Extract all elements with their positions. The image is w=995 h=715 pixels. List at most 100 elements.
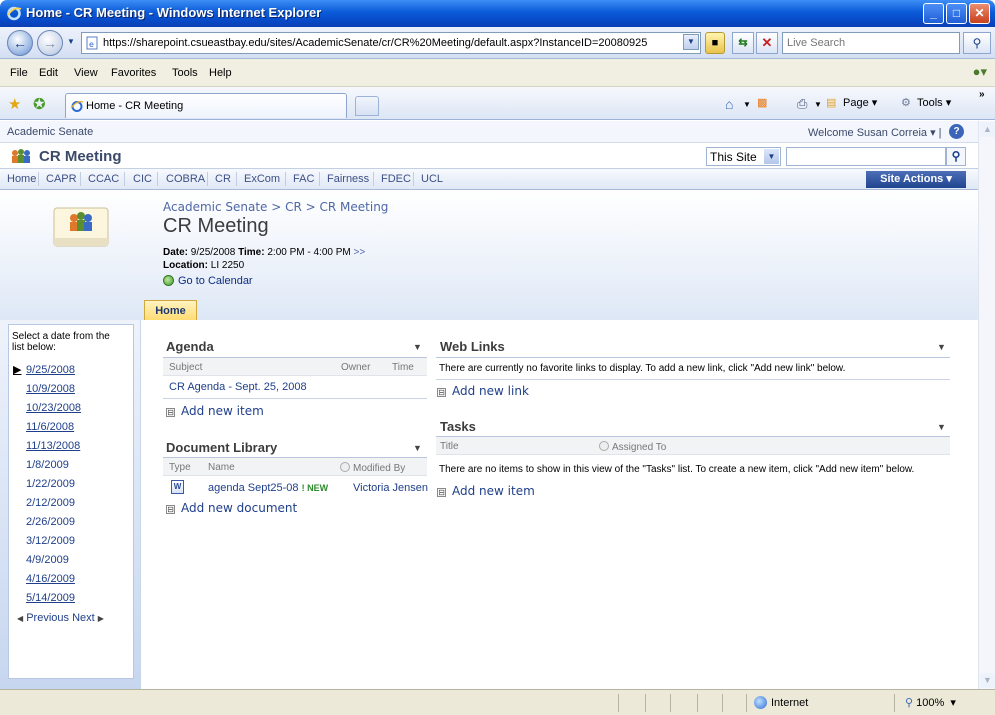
menu-tools[interactable]: Tools: [172, 67, 198, 79]
print-icon[interactable]: ⎙: [797, 96, 807, 112]
tools-menu-icon[interactable]: ⚙: [901, 96, 911, 109]
nav-item-excom[interactable]: ExCom: [244, 173, 280, 185]
address-url[interactable]: https://sharepoint.csueastbay.edu/sites/…: [103, 37, 647, 49]
go-to-calendar-link[interactable]: Go to Calendar: [163, 275, 253, 287]
nav-item-cr[interactable]: CR: [215, 173, 231, 185]
agenda-row-subject[interactable]: CR Agenda - Sept. 25, 2008: [169, 381, 307, 393]
menu-edit[interactable]: Edit: [39, 67, 58, 79]
add-favorite-icon[interactable]: ✪: [33, 95, 46, 113]
nav-item-fairness[interactable]: Fairness: [327, 173, 369, 185]
live-search-input[interactable]: [783, 33, 953, 53]
agenda-menu-icon[interactable]: ▼: [413, 342, 422, 352]
web-links-menu-icon[interactable]: ▼: [937, 342, 946, 352]
next-link[interactable]: Next: [72, 612, 95, 624]
site-actions-button[interactable]: Site Actions ▾: [866, 171, 966, 188]
agenda-title[interactable]: Agenda: [166, 339, 214, 354]
date-label[interactable]: 3/12/2009: [26, 535, 75, 547]
zoom-level[interactable]: ⚲ 100% ▾: [905, 696, 956, 709]
security-lock-icon[interactable]: ■: [705, 32, 725, 54]
tab-home-cr-meeting[interactable]: Home - CR Meeting: [65, 93, 347, 118]
date-item[interactable]: 10/9/2008: [9, 380, 133, 399]
menu-help[interactable]: Help: [209, 67, 232, 79]
back-button[interactable]: ←: [7, 30, 33, 56]
nav-item-fdec[interactable]: FDEC: [381, 173, 411, 185]
date-item[interactable]: 3/12/2009: [9, 532, 133, 551]
security-zone[interactable]: Internet: [754, 696, 808, 709]
feeds-icon[interactable]: ▩: [757, 96, 767, 109]
address-bar[interactable]: e https://sharepoint.csueastbay.edu/site…: [81, 32, 701, 54]
tasks-col-title[interactable]: Title: [440, 441, 459, 452]
minimize-button[interactable]: _: [923, 3, 944, 24]
favorites-center-icon[interactable]: ★: [8, 95, 21, 113]
date-item[interactable]: 2/12/2009: [9, 494, 133, 513]
previous-link[interactable]: Previous: [26, 612, 69, 624]
date-item[interactable]: 2/26/2009: [9, 513, 133, 532]
menu-view[interactable]: View: [74, 67, 98, 79]
date-label[interactable]: 11/13/2008: [26, 440, 80, 452]
tasks-add-item[interactable]: ⊟ Add new item: [437, 484, 535, 498]
tasks-col-assigned-to[interactable]: Assigned To: [599, 441, 666, 453]
web-links-title[interactable]: Web Links: [440, 339, 505, 354]
menu-favorites[interactable]: Favorites: [111, 67, 156, 79]
address-dropdown-icon[interactable]: ▼: [683, 34, 699, 50]
agenda-col-subject[interactable]: Subject: [169, 362, 202, 373]
date-label[interactable]: 2/12/2009: [26, 497, 75, 509]
next-arrow-icon[interactable]: ▶: [98, 614, 104, 623]
agenda-add-item[interactable]: ⊟ Add new item: [166, 404, 264, 418]
date-label[interactable]: 4/9/2009: [26, 554, 69, 566]
nav-item-ucl[interactable]: UCL: [421, 173, 443, 185]
refresh-icon[interactable]: ⇆: [732, 32, 754, 54]
doclib-col-modified-by[interactable]: Modified By: [340, 462, 405, 474]
close-button[interactable]: ✕: [969, 3, 990, 24]
doclib-col-name[interactable]: Name: [208, 462, 235, 473]
messenger-icon[interactable]: ●▾: [973, 64, 987, 80]
welcome-menu[interactable]: Welcome Susan Correia ▾ |: [808, 126, 942, 139]
page-menu[interactable]: Page ▾: [843, 96, 877, 109]
stop-icon[interactable]: ✕: [756, 32, 778, 54]
date-label[interactable]: 4/16/2009: [26, 573, 75, 585]
scroll-up-icon[interactable]: ▲: [980, 122, 995, 137]
print-dropdown-icon[interactable]: ▼: [814, 100, 822, 109]
nav-item-ccac[interactable]: CCAC: [88, 173, 119, 185]
home-icon[interactable]: ⌂: [725, 96, 733, 112]
vertical-scrollbar[interactable]: ▲ ▼: [978, 121, 995, 689]
date-label[interactable]: 5/14/2009: [26, 592, 75, 604]
recent-pages-dropdown-icon[interactable]: ▼: [67, 37, 75, 46]
new-tab-button[interactable]: [355, 96, 379, 116]
date-label[interactable]: 10/9/2008: [26, 383, 75, 395]
site-search-box[interactable]: [786, 147, 946, 166]
nav-item-capr[interactable]: CAPR: [46, 173, 77, 185]
nav-item-fac[interactable]: FAC: [293, 173, 314, 185]
document-library-menu-icon[interactable]: ▼: [413, 443, 422, 453]
date-item[interactable]: 1/22/2009: [9, 475, 133, 494]
agenda-col-time[interactable]: Time: [392, 362, 414, 373]
date-label[interactable]: 2/26/2009: [26, 516, 75, 528]
search-go-icon[interactable]: ⚲: [963, 32, 991, 54]
previous-arrow-icon[interactable]: ◀: [17, 614, 23, 623]
date-label[interactable]: 11/6/2008: [26, 421, 74, 433]
date-item[interactable]: 4/16/2009: [9, 570, 133, 589]
date-label[interactable]: 1/22/2009: [26, 478, 75, 490]
global-breadcrumb[interactable]: Academic Senate: [7, 126, 93, 138]
tasks-menu-icon[interactable]: ▼: [937, 422, 946, 432]
page-menu-icon[interactable]: ▤: [826, 96, 836, 109]
date-item[interactable]: 4/9/2009: [9, 551, 133, 570]
nav-item-cobra[interactable]: COBRA: [166, 173, 205, 185]
date-item[interactable]: 5/14/2009: [9, 589, 133, 608]
date-label[interactable]: 10/23/2008: [26, 402, 81, 414]
tasks-title[interactable]: Tasks: [440, 419, 476, 434]
search-scope-select[interactable]: This Site ▼: [706, 147, 781, 166]
doclib-row-name[interactable]: agenda Sept25-08 ! NEW: [208, 482, 328, 494]
forward-button[interactable]: →: [37, 30, 63, 56]
nav-item-home[interactable]: Home: [7, 173, 36, 185]
search-icon[interactable]: ⚲: [946, 147, 966, 166]
maximize-button[interactable]: □: [946, 3, 967, 24]
breadcrumb[interactable]: Academic Senate > CR > CR Meeting: [163, 200, 388, 214]
word-document-icon[interactable]: W: [171, 480, 184, 494]
tools-menu[interactable]: Tools ▾: [917, 96, 951, 109]
toolbar-overflow-icon[interactable]: »: [979, 89, 985, 100]
web-links-add-link[interactable]: ⊟ Add new link: [437, 384, 529, 398]
doclib-row-modified-by[interactable]: Victoria Jensen: [353, 482, 428, 494]
site-search-input[interactable]: [787, 148, 942, 165]
live-search-box[interactable]: [782, 32, 960, 54]
